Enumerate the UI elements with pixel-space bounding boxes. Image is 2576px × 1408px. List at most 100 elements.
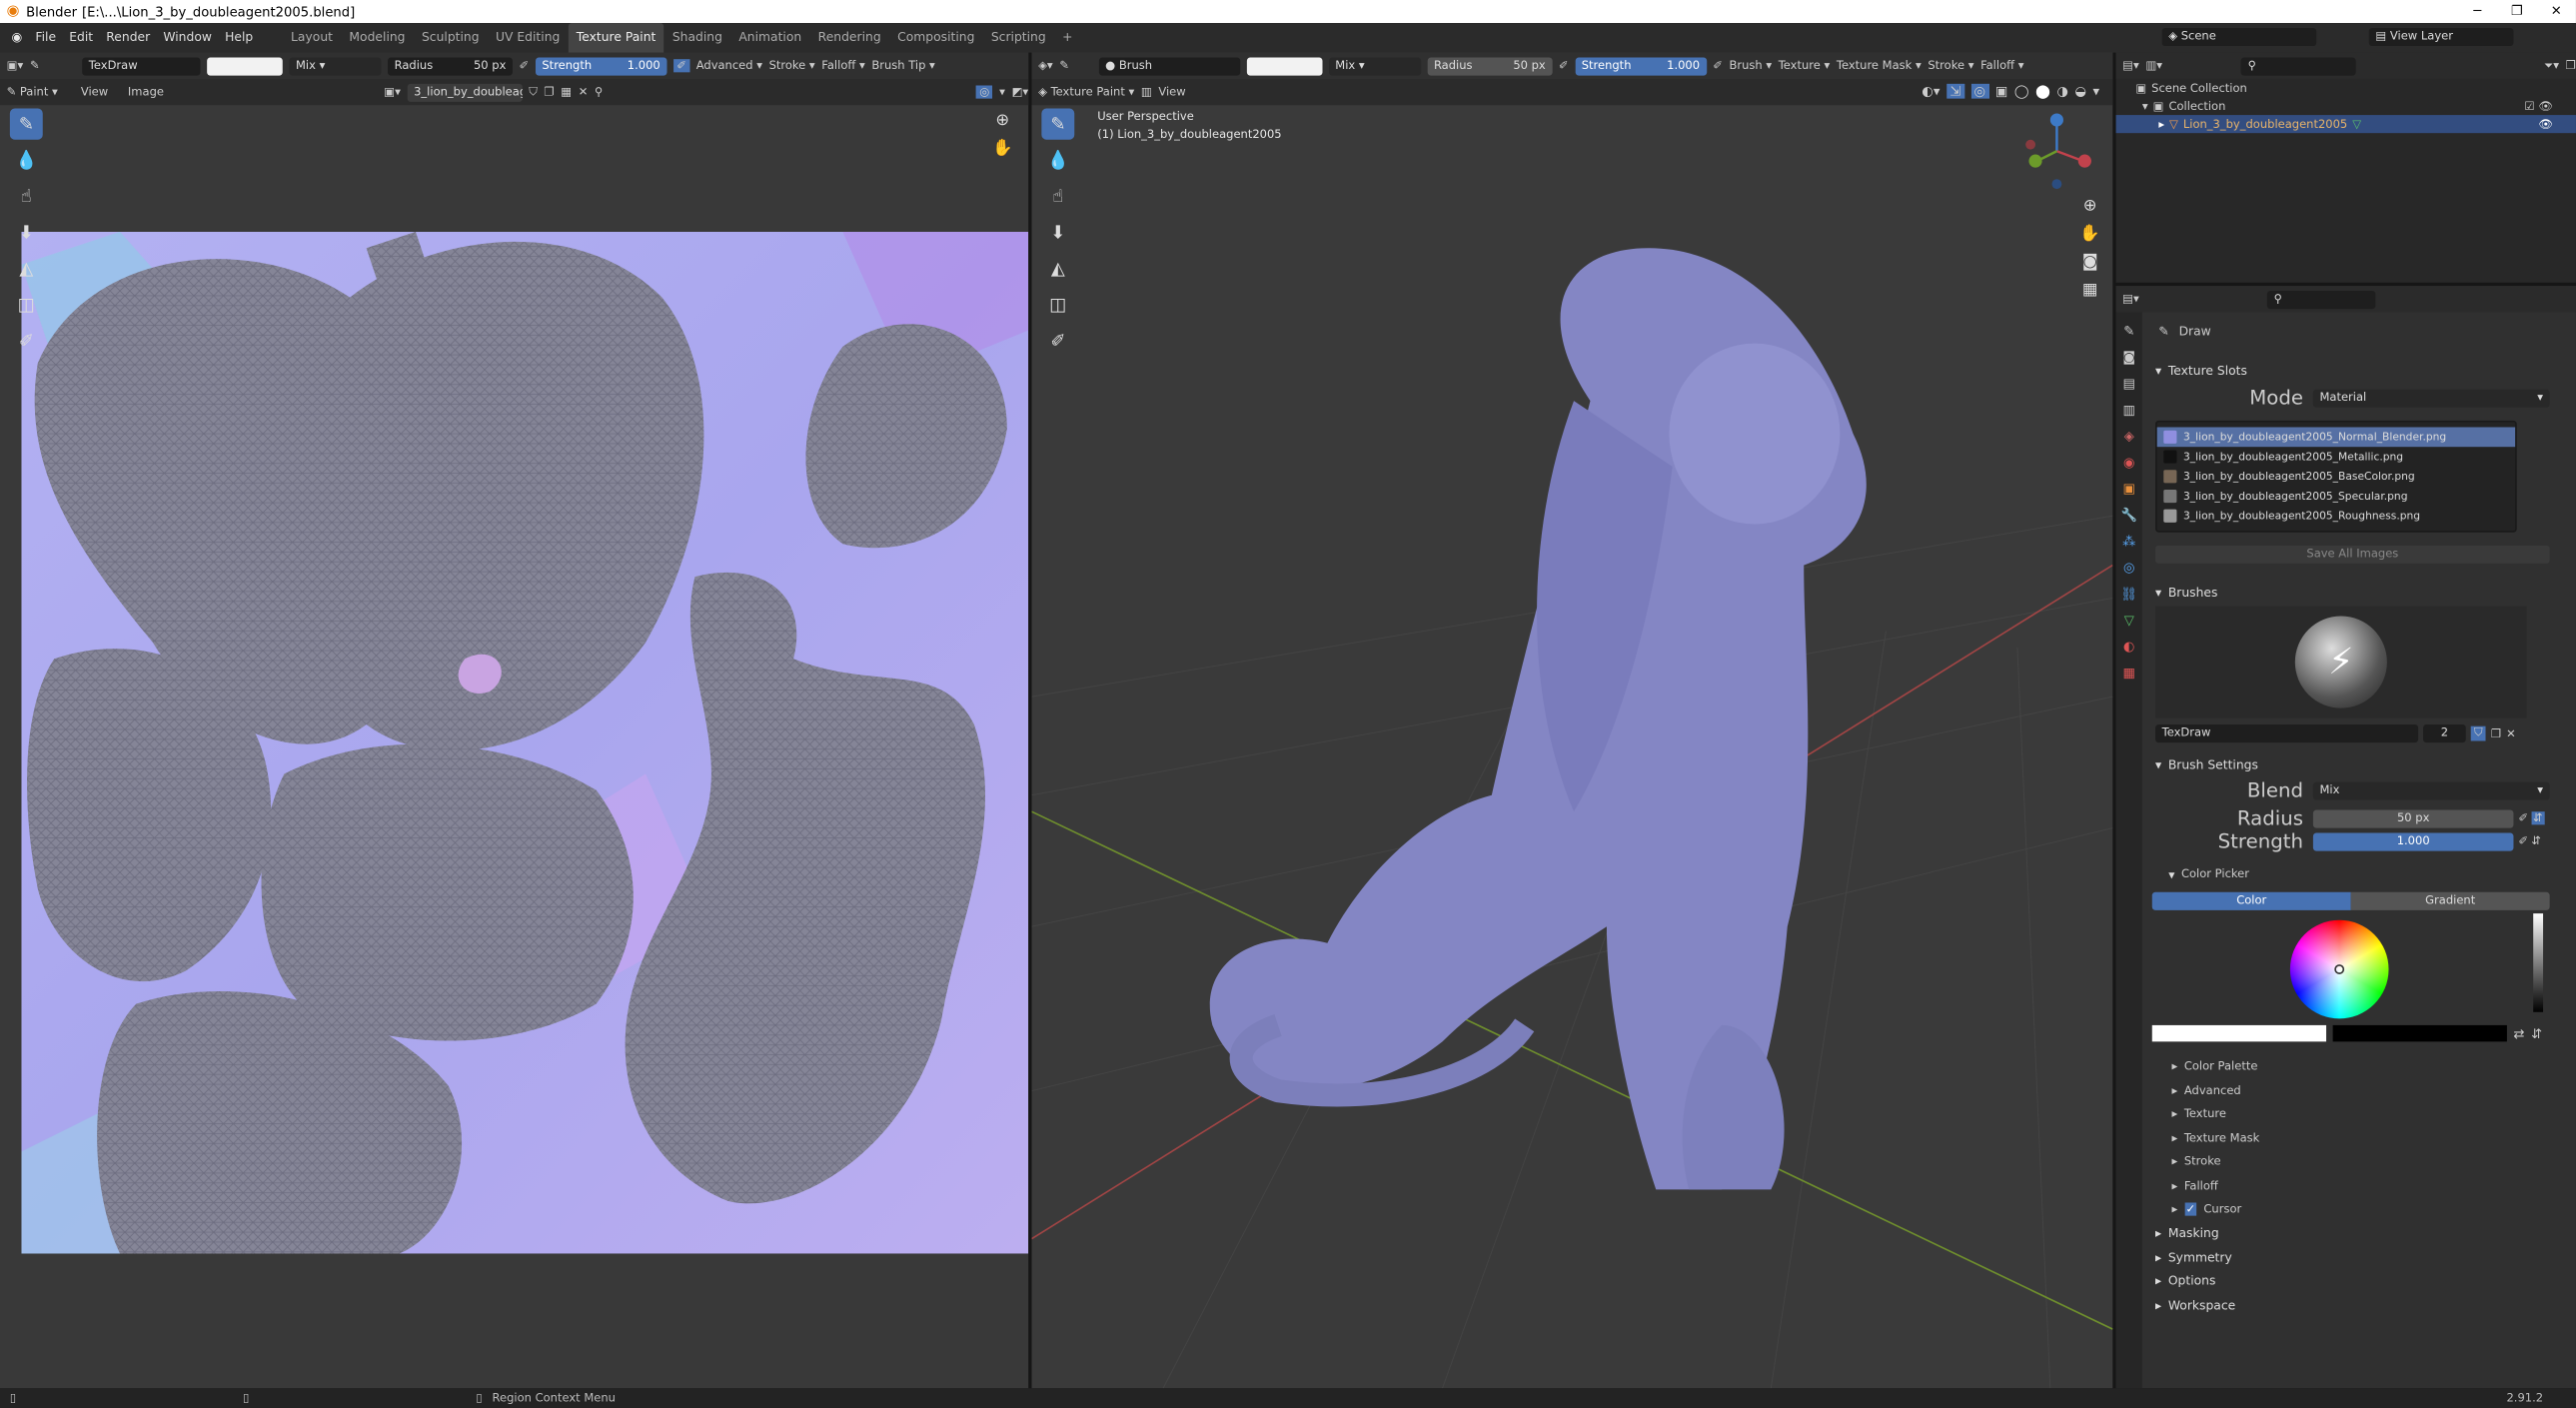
render-tab-icon[interactable]: ◙ bbox=[2117, 345, 2140, 368]
viewport-zoom-icon[interactable]: ⊕ bbox=[2083, 197, 2097, 215]
stroke-subpanel[interactable]: ▸ Stroke bbox=[2145, 1150, 2563, 1174]
annotate-tool-icon[interactable]: ✐ bbox=[10, 326, 43, 357]
uv-canvas[interactable] bbox=[21, 231, 1029, 1254]
pan-hand-icon[interactable]: ✋ bbox=[992, 140, 1012, 158]
texture-slot-item[interactable]: 3_lion_by_doubleagent2005_Normal_Blender… bbox=[2156, 427, 2516, 448]
texture-tab-icon[interactable]: ▦ bbox=[2117, 661, 2140, 684]
outliner-row-collection[interactable]: ▾ ▣ Collection ☑ 👁 bbox=[2116, 97, 2576, 115]
outliner-search-input[interactable]: ⚲ bbox=[2241, 56, 2357, 75]
mask-tool-icon[interactable]: ◫ bbox=[10, 289, 43, 320]
material-shading-icon[interactable]: ◑ bbox=[2056, 84, 2067, 99]
brush-name-input[interactable]: TexDraw bbox=[2155, 724, 2419, 743]
display-mode-icon[interactable]: ▥▾ bbox=[2145, 59, 2162, 72]
expand-arrow-icon[interactable]: ▾ bbox=[2142, 99, 2148, 112]
texture-slot-item[interactable]: 3_lion_by_doubleagent2005_Specular.png bbox=[2157, 487, 2515, 507]
physics-tab-icon[interactable]: ◎ bbox=[2117, 556, 2140, 579]
unlink-brush-icon[interactable]: ✕ bbox=[2506, 727, 2516, 740]
options-panel-header[interactable]: ▸ Options bbox=[2145, 1269, 2563, 1293]
add-workspace-button[interactable]: + bbox=[1054, 23, 1081, 53]
menu-render[interactable]: Render bbox=[100, 23, 157, 53]
lion-model[interactable] bbox=[1209, 248, 1867, 1190]
strength-pressure-icon[interactable]: ✐ bbox=[672, 59, 690, 73]
menu-view[interactable]: View bbox=[81, 85, 108, 98]
view-object-types-icon[interactable]: ◐▾ bbox=[1922, 84, 1939, 99]
pin-icon[interactable]: ⚲ bbox=[595, 85, 603, 98]
viewport-clone-tool-icon[interactable]: ⬇ bbox=[1041, 217, 1074, 248]
texture-mode-dropdown[interactable]: Material ▾ bbox=[2312, 388, 2550, 407]
pressure-icon[interactable]: ✐ bbox=[520, 59, 530, 72]
texture-menu[interactable]: Texture ▾ bbox=[1779, 59, 1831, 72]
texture-slot-item[interactable]: 3_lion_by_doubleagent2005_Roughness.png bbox=[2157, 506, 2515, 526]
brush-color-swatch[interactable] bbox=[207, 56, 283, 75]
menu-window[interactable]: Window bbox=[157, 23, 219, 53]
viewport-editor-type-icon[interactable]: ◈▾ bbox=[1038, 59, 1053, 72]
tab-scripting[interactable]: Scripting bbox=[983, 23, 1054, 53]
menu-file[interactable]: File bbox=[29, 23, 63, 53]
viewport-strength-pressure-icon[interactable]: ✐ bbox=[1713, 59, 1723, 72]
swap-colors-icon[interactable]: ⇄ bbox=[2513, 1026, 2524, 1041]
maximize-button[interactable]: ❐ bbox=[2497, 0, 2536, 23]
shading-options-dropdown[interactable]: ▾ bbox=[2093, 84, 2100, 99]
constraints-tab-icon[interactable]: ⛓ bbox=[2117, 582, 2140, 605]
viewport-draw-tool-icon[interactable]: ✎ bbox=[1041, 108, 1075, 140]
clone-tool-icon[interactable]: ⬇ bbox=[10, 217, 43, 248]
viewport-smear-tool-icon[interactable]: ☝ bbox=[1041, 181, 1074, 212]
save-all-images-button[interactable]: Save All Images bbox=[2155, 545, 2550, 564]
solid-shading-icon[interactable]: ⬤ bbox=[2035, 84, 2050, 99]
blend-mode-dropdown[interactable]: Mix ▾ bbox=[289, 56, 382, 75]
radius-pressure-icon[interactable]: ✐ bbox=[2518, 811, 2528, 824]
fill-tool-icon[interactable]: ◭ bbox=[10, 253, 43, 284]
workspace-panel-header[interactable]: ▸ Workspace bbox=[2145, 1293, 2563, 1317]
open-image-icon[interactable]: ▦ bbox=[561, 85, 572, 98]
editor-type-icon[interactable]: ▣▾ bbox=[7, 59, 24, 72]
camera-view-icon[interactable]: ◙ bbox=[2082, 253, 2098, 271]
viewport-blend-dropdown[interactable]: Mix ▾ bbox=[1328, 56, 1421, 75]
menu-image[interactable]: Image bbox=[128, 85, 164, 98]
ortho-toggle-icon[interactable]: ▦ bbox=[2082, 281, 2098, 299]
overlay-toggle-icon[interactable]: ◎ bbox=[975, 85, 993, 99]
world-tab-icon[interactable]: ◉ bbox=[2117, 450, 2140, 473]
viewport-strength-slider[interactable]: Strength 1.000 bbox=[1575, 56, 1707, 75]
color-picker-subpanel-header[interactable]: ▾ Color Picker bbox=[2145, 862, 2563, 885]
tab-layout[interactable]: Layout bbox=[283, 23, 341, 53]
advanced-dropdown[interactable]: Advanced ▾ bbox=[696, 59, 762, 72]
viewport-radius-pressure-icon[interactable]: ✐ bbox=[1559, 59, 1569, 72]
brush-fake-user-icon[interactable]: ⛉ bbox=[2470, 725, 2486, 741]
new-collection-icon[interactable]: ❐ bbox=[2566, 59, 2576, 72]
gizmo-toggle-icon[interactable]: ⇲ bbox=[1946, 83, 1964, 99]
material-tab-icon[interactable]: ◐ bbox=[2117, 635, 2140, 658]
viewport-brush-icon[interactable]: ✎ bbox=[1059, 59, 1069, 72]
color-pressure-icon[interactable]: ⇵ bbox=[2531, 1026, 2542, 1041]
viewport-stroke-menu[interactable]: Stroke ▾ bbox=[1928, 59, 1973, 72]
image-display-icon[interactable]: ◩▾ bbox=[1012, 85, 1029, 98]
symmetry-panel-header[interactable]: ▸ Symmetry bbox=[2145, 1245, 2563, 1269]
fake-user-icon[interactable]: ⛉ bbox=[529, 85, 538, 100]
outliner-editor-type-icon[interactable]: ▤▾ bbox=[2122, 59, 2139, 72]
view-layer-tab-icon[interactable]: ▥ bbox=[2117, 398, 2140, 421]
brush-users-count[interactable]: 2 bbox=[2423, 724, 2466, 743]
texture-mask-subpanel[interactable]: ▸ Texture Mask bbox=[2145, 1126, 2563, 1150]
falloff-dropdown[interactable]: Falloff ▾ bbox=[821, 59, 864, 72]
axis-navigation-gizmo[interactable] bbox=[2017, 112, 2099, 191]
viewport-mask-tool-icon[interactable]: ◫ bbox=[1041, 289, 1074, 320]
modifier-tab-icon[interactable]: 🔧 bbox=[2117, 503, 2140, 526]
outliner-row-scene-collection[interactable]: ▣ Scene Collection bbox=[2116, 79, 2576, 97]
unlink-image-icon[interactable]: ✕ bbox=[579, 85, 589, 98]
xray-toggle-icon[interactable]: ▣ bbox=[1995, 84, 2007, 99]
tab-sculpting[interactable]: Sculpting bbox=[414, 23, 488, 53]
particles-tab-icon[interactable]: ⁂ bbox=[2117, 529, 2140, 552]
brush-tip-dropdown[interactable]: Brush Tip ▾ bbox=[871, 59, 935, 72]
tab-shading[interactable]: Shading bbox=[664, 23, 731, 53]
collection-visibility-icon[interactable]: ☑ 👁 bbox=[2524, 99, 2553, 112]
cursor-checkbox-icon[interactable]: ✓ bbox=[2183, 1202, 2197, 1217]
overlays-toggle-icon[interactable]: ◎ bbox=[1970, 83, 1989, 99]
secondary-color-swatch[interactable] bbox=[2332, 1024, 2507, 1042]
value-slider[interactable] bbox=[2533, 913, 2544, 1012]
viewport-canvas[interactable] bbox=[1031, 105, 2113, 1389]
color-wheel[interactable] bbox=[2289, 919, 2389, 1019]
viewport-brush-color-swatch[interactable] bbox=[1246, 56, 1323, 75]
close-window-button[interactable]: ✕ bbox=[2536, 0, 2575, 23]
scene-selector[interactable]: ◈ Scene bbox=[2161, 27, 2317, 47]
brush-menu[interactable]: Brush ▾ bbox=[1729, 59, 1772, 72]
menu-edit[interactable]: Edit bbox=[63, 23, 100, 53]
